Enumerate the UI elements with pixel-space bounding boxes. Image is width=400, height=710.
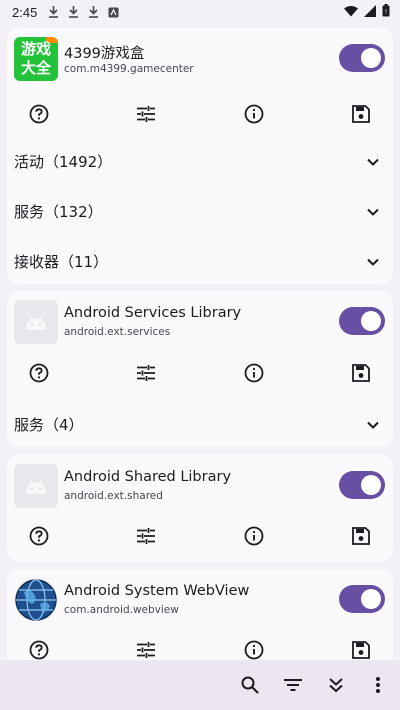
tune-icon[interactable]	[134, 361, 158, 385]
action-row	[7, 94, 393, 134]
help-icon[interactable]	[27, 102, 51, 126]
app-card: Android Shared Library android.ext.share…	[7, 455, 393, 561]
icon-text-top: 游戏	[20, 40, 51, 58]
app-package: com.m4399.gamecenter	[64, 63, 194, 75]
status-bar: 2:45 !	[0, 0, 400, 24]
chevron-down-icon	[363, 202, 383, 222]
section-receivers[interactable]: 接收器（11）	[7, 238, 393, 286]
battery-icon: !	[382, 4, 390, 20]
toggle-knob	[361, 589, 381, 609]
app-name: Android Shared Library	[64, 469, 232, 485]
app-enable-toggle[interactable]	[339, 44, 385, 72]
info-icon[interactable]	[242, 102, 266, 126]
app-enable-toggle[interactable]	[339, 471, 385, 499]
download-icon	[87, 5, 100, 19]
save-icon[interactable]	[349, 102, 373, 126]
action-row	[7, 630, 393, 660]
chevron-down-icon	[363, 415, 383, 435]
status-right: !	[344, 4, 390, 20]
app-row[interactable]: Android System WebView com.android.webvi…	[7, 569, 393, 633]
app-row[interactable]: Android Services Library android.ext.ser…	[7, 291, 393, 355]
app-card: Android Services Library android.ext.ser…	[7, 291, 393, 447]
toggle-knob	[361, 475, 381, 495]
svg-text:!: !	[385, 9, 387, 16]
help-icon[interactable]	[27, 638, 51, 660]
section-services[interactable]: 服务（4）	[7, 401, 393, 449]
section-label: 服务（132）	[14, 203, 103, 221]
icon-text-bottom: 大全	[20, 59, 51, 77]
section-label: 活动（1492）	[14, 153, 113, 171]
app-name: Android Services Library	[64, 305, 242, 321]
action-row	[7, 516, 393, 556]
android-app-icon	[14, 464, 58, 508]
app-name: 4399游戏盒	[64, 46, 145, 62]
app-notification-icon	[107, 5, 120, 19]
save-icon[interactable]	[349, 524, 373, 548]
app-package: android.ext.shared	[64, 490, 163, 502]
info-icon[interactable]	[242, 361, 266, 385]
download-icon	[47, 5, 60, 19]
chevron-down-icon	[363, 152, 383, 172]
search-icon[interactable]	[238, 673, 262, 697]
more-vert-icon[interactable]	[366, 673, 390, 697]
toggle-knob	[361, 311, 381, 331]
chevron-down-icon	[363, 252, 383, 272]
tune-icon[interactable]	[134, 102, 158, 126]
app-icon-4399: 游戏 大全	[14, 37, 58, 81]
toggle-knob	[361, 48, 381, 68]
save-icon[interactable]	[349, 361, 373, 385]
section-label: 服务（4）	[14, 416, 84, 434]
bottom-app-bar	[0, 660, 400, 710]
section-activities[interactable]: 活动（1492）	[7, 138, 393, 186]
signal-icon	[364, 4, 376, 20]
info-icon[interactable]	[242, 638, 266, 660]
app-enable-toggle[interactable]	[339, 585, 385, 613]
download-icon	[67, 5, 80, 19]
android-app-icon	[14, 300, 58, 344]
section-label: 接收器（11）	[14, 253, 109, 271]
expand-all-icon[interactable]	[324, 673, 348, 697]
help-icon[interactable]	[27, 524, 51, 548]
status-time: 2:45	[12, 4, 38, 20]
app-row[interactable]: Android Shared Library android.ext.share…	[7, 455, 393, 519]
app-row[interactable]: 游戏 大全 4399游戏盒 com.m4399.gamecenter	[7, 28, 393, 92]
app-card: 游戏 大全 4399游戏盒 com.m4399.gamecenter 活动（14…	[7, 28, 393, 284]
wifi-icon	[344, 5, 358, 20]
webview-globe-icon	[14, 578, 58, 622]
app-package: com.android.webview	[64, 604, 179, 616]
filter-icon[interactable]	[281, 673, 305, 697]
app-name: Android System WebView	[64, 583, 250, 599]
help-icon[interactable]	[27, 361, 51, 385]
tune-icon[interactable]	[134, 524, 158, 548]
app-enable-toggle[interactable]	[339, 307, 385, 335]
save-icon[interactable]	[349, 638, 373, 660]
tune-icon[interactable]	[134, 638, 158, 660]
section-services[interactable]: 服务（132）	[7, 188, 393, 236]
app-package: android.ext.services	[64, 326, 171, 338]
action-row	[7, 353, 393, 393]
app-list[interactable]: 游戏 大全 4399游戏盒 com.m4399.gamecenter 活动（14…	[0, 24, 400, 660]
info-icon[interactable]	[242, 524, 266, 548]
app-card: Android System WebView com.android.webvi…	[7, 569, 393, 660]
